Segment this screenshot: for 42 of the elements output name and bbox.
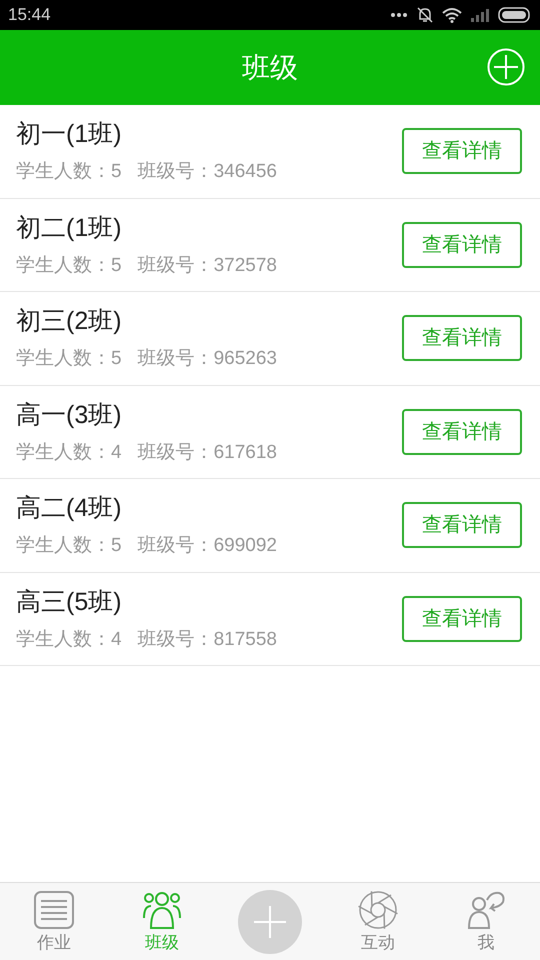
- wifi-icon: [442, 7, 462, 23]
- class-code: 班级号：372578: [138, 254, 277, 278]
- class-name: 高三(5班): [16, 586, 123, 618]
- details-button[interactable]: 查看详情: [402, 128, 522, 174]
- more-icon: [390, 12, 408, 18]
- student-count: 学生人数：5: [16, 160, 122, 184]
- person-icon: [465, 890, 507, 930]
- add-button[interactable]: [487, 48, 525, 86]
- plus-icon: [252, 904, 288, 940]
- bell-muted-icon: [416, 6, 434, 24]
- details-button[interactable]: 查看详情: [402, 315, 522, 362]
- tab-item[interactable]: 作业: [0, 883, 108, 960]
- list-icon: [33, 890, 75, 930]
- tab-item[interactable]: 互动: [324, 883, 432, 960]
- student-count: 学生人数：5: [16, 534, 122, 558]
- tab-item[interactable]: 班级: [108, 883, 216, 960]
- class-name: 初二(1班): [16, 212, 123, 244]
- aperture-icon: [357, 890, 399, 930]
- details-button[interactable]: 查看详情: [402, 222, 522, 268]
- class-code: 班级号：617618: [138, 440, 277, 465]
- details-button[interactable]: 查看详情: [402, 408, 522, 455]
- add-circle-icon: [487, 48, 525, 86]
- class-code: 班级号：699092: [138, 534, 277, 558]
- tab-item[interactable]: 我: [432, 883, 540, 960]
- battery-icon: [498, 7, 532, 23]
- class-name: 初三(2班): [16, 306, 123, 338]
- class-name: 高一(3班): [16, 400, 123, 431]
- student-count: 学生人数：4: [16, 440, 122, 465]
- details-button[interactable]: 查看详情: [402, 596, 522, 642]
- class-name: 初一(1班): [16, 119, 123, 150]
- student-count: 学生人数：5: [16, 254, 122, 278]
- class-name: 高二(4班): [16, 493, 123, 524]
- signal-icon: [470, 7, 490, 23]
- page-title: 班级: [242, 50, 298, 84]
- class-code: 班级号：965263: [138, 347, 277, 372]
- student-count: 学生人数：4: [16, 628, 122, 652]
- class-code: 班级号：346456: [138, 160, 277, 184]
- class-code: 班级号：817558: [138, 628, 277, 652]
- group-icon: [141, 890, 183, 930]
- student-count: 学生人数：5: [16, 347, 122, 372]
- details-button[interactable]: 查看详情: [402, 502, 522, 548]
- status-time: 15:44: [8, 4, 51, 26]
